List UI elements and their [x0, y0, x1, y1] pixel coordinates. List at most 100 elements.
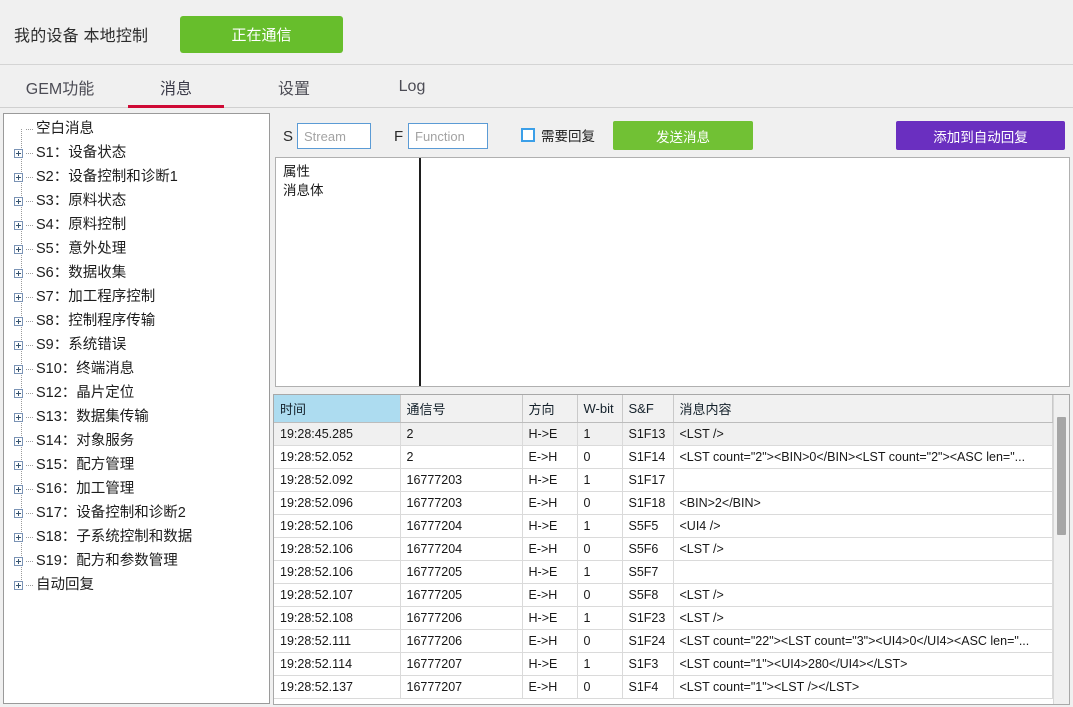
tree-item[interactable]: S3：原料状态	[4, 189, 269, 213]
expand-plus-icon[interactable]	[14, 508, 23, 518]
column-header-message-content[interactable]: 消息内容	[673, 395, 1053, 423]
tree-item[interactable]: S10：终端消息	[4, 357, 269, 381]
tree-item[interactable]: S9：系统错误	[4, 333, 269, 357]
column-header-wbit[interactable]: W-bit	[577, 395, 623, 423]
checkbox-icon[interactable]	[521, 128, 535, 142]
cell-message-content: <LST />	[673, 583, 1053, 607]
cell-time: 19:28:52.096	[274, 491, 401, 515]
tree-item[interactable]: S13：数据集传输	[4, 405, 269, 429]
scrollbar-thumb[interactable]	[1057, 417, 1066, 535]
tree-item[interactable]: S2：设备控制和诊断1	[4, 165, 269, 189]
table-row[interactable]: 19:28:52.137 16777207 E->H 0 S1F4 <LST count=…	[274, 675, 1053, 699]
add-to-auto-reply-button[interactable]: 添加到自动回复	[896, 121, 1065, 150]
expand-plus-icon[interactable]	[14, 268, 23, 278]
table-row[interactable]: 19:28:52.108 16777206 H->E 1 S1F23 <LST />	[274, 606, 1053, 630]
table-row[interactable]: 19:28:52.107 16777205 E->H 0 S5F8 <LST />	[274, 583, 1053, 607]
message-editor: 属性 消息体	[275, 157, 1070, 387]
expand-plus-icon[interactable]	[14, 580, 23, 590]
tree-item-label: S7：加工程序控制	[36, 288, 156, 305]
tab-log[interactable]: Log	[376, 66, 448, 108]
expand-plus-icon[interactable]	[14, 220, 23, 230]
tree-item[interactable]: S6：数据收集	[4, 261, 269, 285]
column-header-time[interactable]: 时间	[274, 395, 401, 423]
expand-plus-icon[interactable]	[14, 292, 23, 302]
tree-item[interactable]: S16：加工管理	[4, 477, 269, 501]
table-row[interactable]: 19:28:52.106 16777204 H->E 1 S5F5 <UI4 />	[274, 514, 1053, 538]
tree-item[interactable]: S8：控制程序传输	[4, 309, 269, 333]
table-row[interactable]: 19:28:52.111 16777206 E->H 0 S1F24 <LST count…	[274, 629, 1053, 653]
log-table-vertical-scrollbar[interactable]	[1053, 395, 1069, 704]
expand-plus-icon[interactable]	[14, 532, 23, 542]
expand-plus-icon[interactable]	[14, 316, 23, 326]
table-header-row: 时间 通信号 方向 W-bit S&F 消息内容	[274, 395, 1053, 423]
need-reply-checkbox[interactable]: 需要回复	[521, 125, 595, 145]
tree-item[interactable]: S5：意外处理	[4, 237, 269, 261]
cell-comm-id: 16777203	[400, 491, 523, 515]
tree-item[interactable]: S15：配方管理	[4, 453, 269, 477]
tree-item[interactable]: 自动回复	[4, 573, 269, 597]
cell-wbit: 0	[577, 629, 623, 653]
tree-item[interactable]: 空白消息	[4, 117, 269, 141]
expand-plus-icon[interactable]	[14, 364, 23, 374]
column-header-direction[interactable]: 方向	[522, 395, 578, 423]
tree-item-label: S14：对象服务	[36, 432, 135, 449]
cell-wbit: 1	[577, 514, 623, 538]
table-row[interactable]: 19:28:45.285 2 H->E 1 S1F13 <LST />	[274, 422, 1053, 446]
table-row[interactable]: 19:28:52.114 16777207 H->E 1 S1F3 <LST count=…	[274, 652, 1053, 676]
column-header-snf[interactable]: S&F	[622, 395, 674, 423]
message-tree-panel[interactable]: 空白消息 S1：设备状态 S2：设备控制和诊断1 S3：原料状态 S4：原料控制 S5：意…	[3, 113, 270, 704]
cell-time: 19:28:45.285	[274, 422, 401, 446]
message-structure-tree[interactable]: 属性 消息体	[276, 158, 421, 386]
expand-plus-icon[interactable]	[14, 172, 23, 182]
expand-plus-icon[interactable]	[14, 196, 23, 206]
tree-item[interactable]: S14：对象服务	[4, 429, 269, 453]
tree-connector	[26, 464, 34, 466]
cell-direction: H->E	[522, 422, 578, 446]
stream-input[interactable]	[297, 123, 371, 149]
cell-time: 19:28:52.092	[274, 468, 401, 492]
message-value-pane[interactable]	[421, 158, 1069, 386]
message-structure-node[interactable]: 属性	[283, 162, 419, 181]
table-row[interactable]: 19:28:52.092 16777203 H->E 1 S1F17	[274, 468, 1053, 492]
expand-plus-icon[interactable]	[14, 388, 23, 398]
cell-message-content: <LST count="1"><UI4>280</UI4></LST>	[673, 652, 1053, 676]
column-header-comm-id[interactable]: 通信号	[400, 395, 523, 423]
tree-item[interactable]: S1：设备状态	[4, 141, 269, 165]
message-log-table-container: 时间 通信号 方向 W-bit S&F 消息内容 19:28:45.285 2 H-…	[273, 394, 1070, 705]
tree-item[interactable]: S7：加工程序控制	[4, 285, 269, 309]
tree-connector	[26, 320, 34, 322]
expand-plus-icon[interactable]	[14, 340, 23, 350]
table-row[interactable]: 19:28:52.096 16777203 E->H 0 S1F18 <BIN>2</BI…	[274, 491, 1053, 515]
tree-item[interactable]: S18：子系统控制和数据	[4, 525, 269, 549]
tree-connector	[26, 536, 34, 538]
tab-gem-functions[interactable]: GEM功能	[10, 66, 110, 108]
expand-plus-icon[interactable]	[14, 436, 23, 446]
cell-direction: E->H	[522, 491, 578, 515]
tree-connector	[26, 512, 34, 514]
expand-plus-icon[interactable]	[14, 244, 23, 254]
table-row[interactable]: 19:28:52.052 2 E->H 0 S1F14 <LST count="2"><B…	[274, 445, 1053, 469]
expand-plus-icon[interactable]	[14, 484, 23, 494]
tree-item-label: S15：配方管理	[36, 456, 135, 473]
expand-plus-icon[interactable]	[14, 556, 23, 566]
tree-item-label: S18：子系统控制和数据	[36, 528, 193, 545]
function-input[interactable]	[408, 123, 488, 149]
communication-status-button[interactable]: 正在通信	[180, 16, 343, 53]
cell-wbit: 0	[577, 583, 623, 607]
tab-settings[interactable]: 设置	[252, 66, 336, 108]
expand-plus-icon[interactable]	[14, 412, 23, 422]
tree-item[interactable]: S19：配方和参数管理	[4, 549, 269, 573]
tree-item[interactable]: S12：晶片定位	[4, 381, 269, 405]
cell-snf: S1F23	[622, 606, 674, 630]
cell-direction: E->H	[522, 537, 578, 561]
message-structure-node[interactable]: 消息体	[283, 181, 419, 200]
expand-plus-icon[interactable]	[14, 460, 23, 470]
tab-messages[interactable]: 消息	[128, 66, 224, 108]
tree-item[interactable]: S17：设备控制和诊断2	[4, 501, 269, 525]
table-row[interactable]: 19:28:52.106 16777205 H->E 1 S5F7	[274, 560, 1053, 584]
cell-comm-id: 16777207	[400, 652, 523, 676]
tree-item[interactable]: S4：原料控制	[4, 213, 269, 237]
expand-plus-icon[interactable]	[14, 148, 23, 158]
send-message-button[interactable]: 发送消息	[613, 121, 753, 150]
table-row[interactable]: 19:28:52.106 16777204 E->H 0 S5F6 <LST />	[274, 537, 1053, 561]
